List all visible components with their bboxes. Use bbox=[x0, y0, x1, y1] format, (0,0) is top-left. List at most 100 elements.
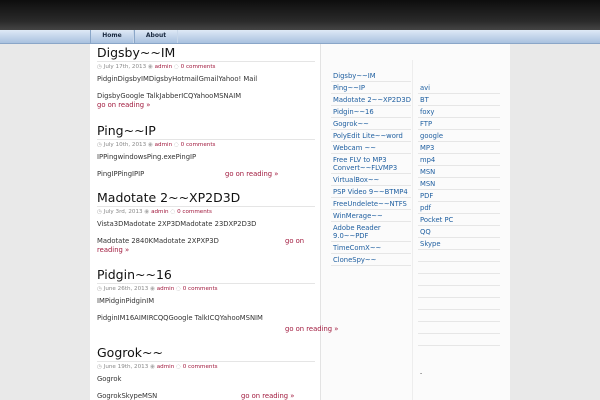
post-excerpt-text: GogrokSkypeMSN bbox=[97, 392, 158, 400]
recent-post-link[interactable]: Free FLV to MP3 Convert~~FLVMP3 bbox=[331, 154, 411, 174]
tag-link-empty bbox=[418, 262, 500, 274]
comment-icon: ◌ bbox=[173, 142, 179, 148]
tag-link[interactable]: MSN bbox=[418, 166, 500, 178]
tag-link-empty bbox=[418, 334, 500, 346]
read-more-link[interactable]: reading » bbox=[97, 246, 315, 255]
tag-link[interactable]: Skype bbox=[418, 238, 500, 250]
tag-link-empty bbox=[418, 322, 500, 334]
clock-icon: ◷ bbox=[97, 209, 102, 215]
tag-link-empty bbox=[418, 250, 500, 262]
post-excerpt: PidginIM16AIMIRCQQGoogle TalkICQYahooMSN… bbox=[97, 314, 263, 322]
post-author[interactable]: admin bbox=[155, 64, 173, 70]
post-excerpt: Madotate 2840KMadotate 2XPXP3D go on bbox=[97, 237, 315, 246]
tag-link[interactable]: QQ bbox=[418, 226, 500, 238]
clock-icon: ◷ bbox=[97, 64, 102, 70]
comment-icon: ◌ bbox=[176, 286, 181, 292]
tag-link[interactable]: MSN bbox=[418, 178, 500, 190]
tag-link-empty bbox=[418, 274, 500, 286]
post-meta: ◷ July 17th, 2013 ◉ admin ◌ 0 comments bbox=[97, 61, 315, 71]
post: Madotate 2~~XP2D3D ◷ July 3rd, 2013 ◉ ad… bbox=[97, 191, 315, 255]
tag-link[interactable]: google bbox=[418, 130, 500, 142]
post-date: July 17th, 2013 bbox=[103, 64, 147, 70]
comment-icon: ◌ bbox=[170, 209, 176, 215]
post-excerpt: IMPidginPidginIM bbox=[97, 297, 155, 305]
read-more-link[interactable]: go on reading » bbox=[225, 170, 278, 179]
post: Gogrok~~ ◷ June 19th, 2013 ◉ admin ◌ 0 c… bbox=[97, 346, 315, 400]
post-excerpt: Gogrok bbox=[97, 375, 122, 383]
read-more-link[interactable]: go on reading » bbox=[285, 325, 338, 334]
tag-link[interactable]: pdf bbox=[418, 202, 500, 214]
read-more-link[interactable]: go on reading » bbox=[97, 101, 315, 110]
sidebar-dash: - bbox=[420, 370, 423, 377]
tag-link[interactable]: FTP bbox=[418, 118, 500, 130]
post-title[interactable]: Pidgin~~16 bbox=[97, 268, 315, 282]
tag-link[interactable]: MP3 bbox=[418, 142, 500, 154]
post-meta: ◷ June 19th, 2013 ◉ admin ◌ 0 comments bbox=[97, 361, 315, 371]
recent-post-link[interactable]: Madotate 2~~XP2D3D bbox=[331, 94, 411, 106]
read-more-link[interactable]: go on bbox=[285, 237, 304, 246]
recent-post-link[interactable]: Webcam ~~ bbox=[331, 142, 411, 154]
post-meta: ◷ July 3rd, 2013 ◉ admin ◌ 0 comments bbox=[97, 206, 315, 216]
recent-post-link[interactable]: Adobe Reader 9.0~~PDF bbox=[331, 222, 411, 242]
recent-post-link[interactable]: WinMerage~~ bbox=[331, 210, 411, 222]
clock-icon: ◷ bbox=[97, 364, 102, 370]
post-author[interactable]: admin bbox=[157, 286, 175, 292]
recent-post-link[interactable]: TimeComX~~ bbox=[331, 242, 411, 254]
recent-post-link[interactable]: Ping~~IP bbox=[331, 82, 411, 94]
post-title[interactable]: Ping~~IP bbox=[97, 124, 315, 138]
post-excerpt: PingIPPingIPIP go on reading » bbox=[97, 170, 315, 179]
user-icon: ◉ bbox=[150, 286, 155, 292]
post-date: June 19th, 2013 bbox=[103, 364, 149, 370]
post-excerpt: IPPingwindowsPing.exePingIP bbox=[97, 153, 197, 161]
post-author[interactable]: admin bbox=[157, 364, 175, 370]
comment-icon: ◌ bbox=[173, 64, 179, 70]
post-date: July 10th, 2013 bbox=[103, 142, 147, 148]
post-excerpt-text: PingIPPingIPIP bbox=[97, 170, 145, 178]
recent-post-link[interactable]: FreeUndelete~~NTFS bbox=[331, 198, 411, 210]
clock-icon: ◷ bbox=[97, 286, 102, 292]
post-meta: ◷ July 10th, 2013 ◉ admin ◌ 0 comments bbox=[97, 139, 315, 149]
post-title[interactable]: Madotate 2~~XP2D3D bbox=[97, 191, 315, 205]
tag-link[interactable]: BT bbox=[418, 94, 500, 106]
nav-about[interactable]: About bbox=[134, 30, 178, 43]
sidebar-divider bbox=[412, 60, 413, 400]
tag-link[interactable]: foxy bbox=[418, 106, 500, 118]
site-header bbox=[0, 0, 600, 30]
post-comments[interactable]: 0 comments bbox=[183, 286, 218, 292]
post: Ping~~IP ◷ July 10th, 2013 ◉ admin ◌ 0 c… bbox=[97, 124, 315, 179]
recent-post-link[interactable]: Digsby~~IM bbox=[331, 70, 411, 82]
read-more-link[interactable]: go on reading » bbox=[241, 392, 294, 400]
nav-home[interactable]: Home bbox=[90, 30, 134, 43]
post-comments[interactable]: 0 comments bbox=[181, 64, 216, 70]
post-comments[interactable]: 0 comments bbox=[177, 209, 212, 215]
user-icon: ◉ bbox=[150, 364, 155, 370]
recent-posts-list: Digsby~~IM Ping~~IP Madotate 2~~XP2D3D P… bbox=[331, 70, 411, 266]
post-excerpt: PidginDigsbyIMDigsbyHotmailGmailYahoo! M… bbox=[97, 75, 258, 83]
post-author[interactable]: admin bbox=[155, 142, 173, 148]
post-date: July 3rd, 2013 bbox=[103, 209, 143, 215]
recent-post-link[interactable]: Pidgin~~16 bbox=[331, 106, 411, 118]
recent-post-link[interactable]: VirtualBox~~ bbox=[331, 174, 411, 186]
clock-icon: ◷ bbox=[97, 142, 102, 148]
post-title[interactable]: Digsby~~IM bbox=[97, 46, 315, 60]
post: Digsby~~IM ◷ July 17th, 2013 ◉ admin ◌ 0… bbox=[97, 46, 315, 110]
user-icon: ◉ bbox=[144, 209, 150, 215]
post-author[interactable]: admin bbox=[151, 209, 169, 215]
recent-post-link[interactable]: PSP Video 9~~BTMP4 bbox=[331, 186, 411, 198]
tag-link[interactable]: PDF bbox=[418, 190, 500, 202]
post: Pidgin~~16 ◷ June 26th, 2013 ◉ admin ◌ 0… bbox=[97, 268, 338, 334]
tag-link[interactable]: avi bbox=[418, 82, 500, 94]
recent-post-link[interactable]: CloneSpy~~ bbox=[331, 254, 411, 266]
post-meta: ◷ June 26th, 2013 ◉ admin ◌ 0 comments bbox=[97, 283, 315, 293]
nav-bar: Home About bbox=[0, 30, 600, 44]
user-icon: ◉ bbox=[147, 64, 153, 70]
recent-post-link[interactable]: Gogrok~~ bbox=[331, 118, 411, 130]
tag-link-empty bbox=[418, 310, 500, 322]
tag-link[interactable]: mp4 bbox=[418, 154, 500, 166]
post-comments[interactable]: 0 comments bbox=[181, 142, 216, 148]
tag-link[interactable]: Pocket PC bbox=[418, 214, 500, 226]
post-excerpt-text: Madotate 2840KMadotate 2XPXP3D bbox=[97, 237, 219, 245]
post-comments[interactable]: 0 comments bbox=[183, 364, 218, 370]
recent-post-link[interactable]: PolyEdit Lite~~word bbox=[331, 130, 411, 142]
post-title[interactable]: Gogrok~~ bbox=[97, 346, 315, 360]
